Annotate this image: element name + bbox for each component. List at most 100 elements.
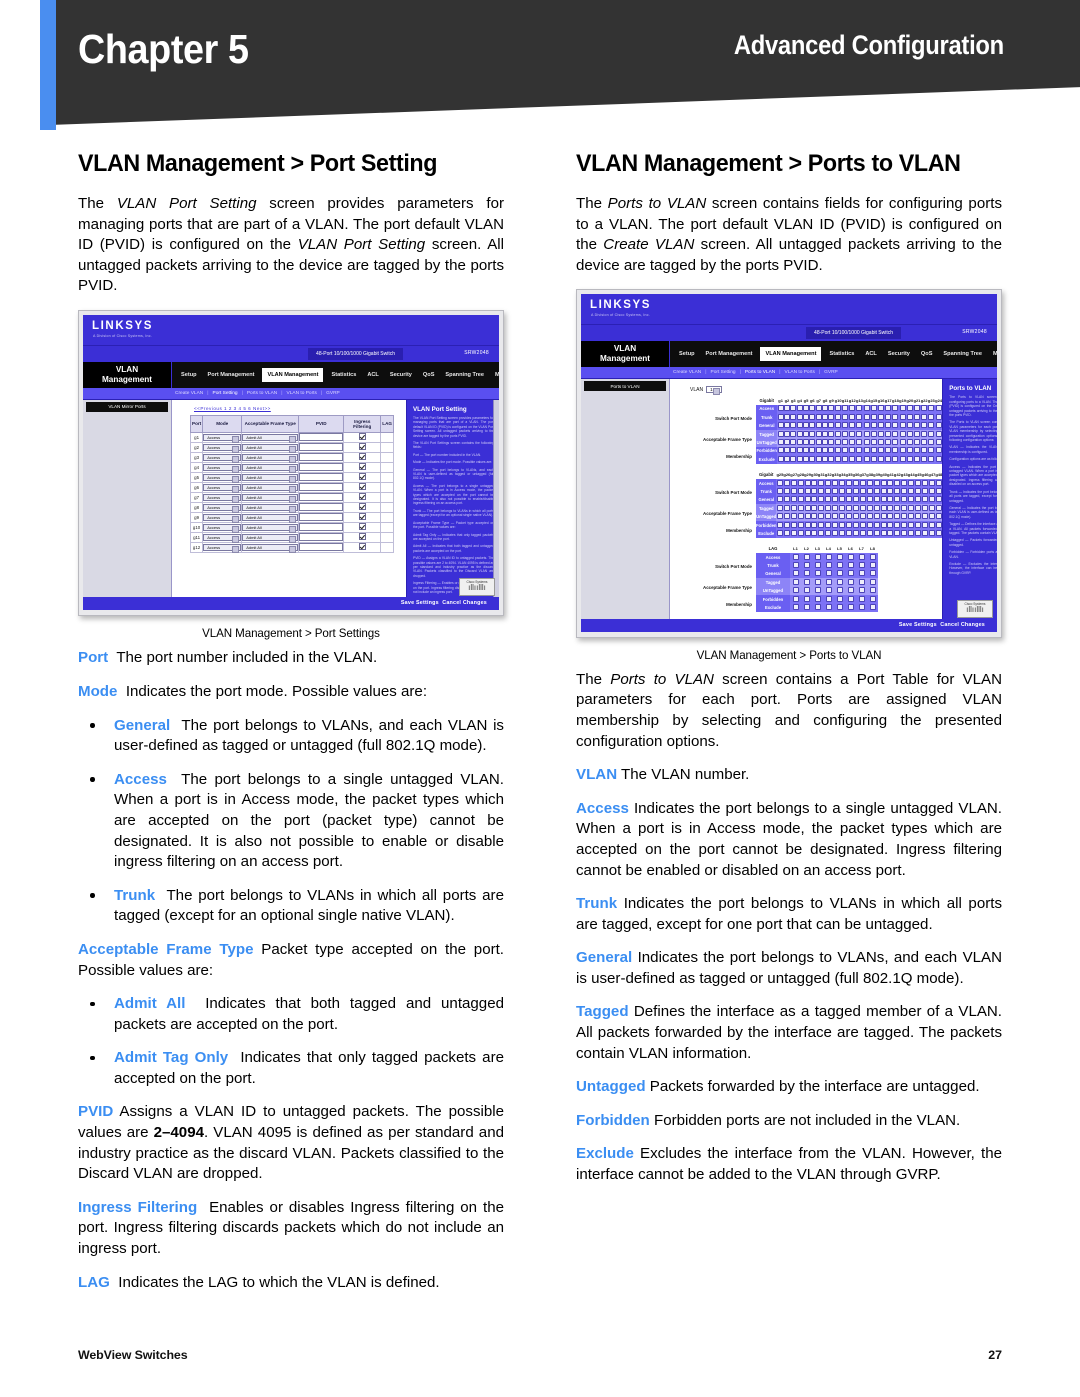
membership-radio[interactable] <box>790 405 797 412</box>
membership-radio[interactable] <box>846 496 852 503</box>
membership-radio[interactable] <box>892 430 899 437</box>
membership-radio[interactable] <box>846 479 852 486</box>
membership-radio[interactable] <box>790 504 797 511</box>
membership-radio[interactable] <box>822 439 828 446</box>
membership-radio[interactable] <box>852 479 859 486</box>
nav-tab-setup[interactable]: Setup <box>178 370 200 380</box>
membership-radio[interactable] <box>866 479 873 486</box>
membership-radio[interactable] <box>818 529 825 536</box>
membership-radio[interactable] <box>814 578 821 585</box>
pvid-input[interactable] <box>299 432 344 441</box>
membership-radio[interactable] <box>836 553 843 560</box>
membership-radio[interactable] <box>921 513 928 520</box>
membership-radio[interactable] <box>797 487 804 494</box>
frame-type-select[interactable]: Admit All <box>242 463 299 473</box>
vlan-selector-value[interactable]: 1 <box>706 386 722 396</box>
membership-radio[interactable] <box>928 521 935 528</box>
membership-radio[interactable] <box>790 487 797 494</box>
ingress-filtering-checkbox[interactable] <box>358 503 366 511</box>
membership-radio[interactable] <box>835 422 842 429</box>
membership-radio[interactable] <box>828 413 835 420</box>
membership-radio[interactable] <box>835 455 842 462</box>
membership-radio[interactable] <box>887 479 894 486</box>
membership-radio[interactable] <box>928 529 935 536</box>
membership-radio[interactable] <box>921 430 928 437</box>
membership-radio[interactable] <box>849 430 856 437</box>
mode-select[interactable]: Access <box>203 433 242 443</box>
membership-radio[interactable] <box>836 595 843 602</box>
ingress-filtering-checkbox[interactable] <box>358 543 366 551</box>
membership-radio[interactable] <box>921 487 928 494</box>
subnav-item-port-setting[interactable]: Port Setting <box>711 370 736 375</box>
frame-type-select[interactable]: Admit All <box>242 503 299 513</box>
membership-radio[interactable] <box>858 604 865 611</box>
membership-radio[interactable] <box>908 513 915 520</box>
membership-radio[interactable] <box>846 529 852 536</box>
membership-radio[interactable] <box>878 422 885 429</box>
membership-radio[interactable] <box>852 504 859 511</box>
membership-radio[interactable] <box>928 479 935 486</box>
membership-radio[interactable] <box>885 447 892 454</box>
membership-radio[interactable] <box>815 413 822 420</box>
membership-radio[interactable] <box>822 422 828 429</box>
membership-radio[interactable] <box>822 455 828 462</box>
membership-radio[interactable] <box>796 439 803 446</box>
membership-radio[interactable] <box>894 479 901 486</box>
membership-radio[interactable] <box>846 521 852 528</box>
membership-radio[interactable] <box>846 487 852 494</box>
membership-radio[interactable] <box>863 439 870 446</box>
membership-radio[interactable] <box>776 504 783 511</box>
membership-radio[interactable] <box>847 562 854 569</box>
membership-radio[interactable] <box>859 521 866 528</box>
membership-radio[interactable] <box>776 521 783 528</box>
membership-radio[interactable] <box>836 562 843 569</box>
membership-radio[interactable] <box>796 413 803 420</box>
nav-tab-acl[interactable]: ACL <box>862 349 880 359</box>
membership-radio[interactable] <box>803 587 810 594</box>
membership-radio[interactable] <box>928 447 935 454</box>
membership-radio[interactable] <box>906 447 913 454</box>
membership-radio[interactable] <box>885 430 892 437</box>
membership-radio[interactable] <box>818 513 825 520</box>
membership-radio[interactable] <box>880 521 887 528</box>
membership-radio[interactable] <box>863 422 870 429</box>
membership-radio[interactable] <box>815 430 822 437</box>
membership-radio[interactable] <box>928 504 935 511</box>
membership-radio[interactable] <box>802 455 809 462</box>
membership-radio[interactable] <box>901 504 908 511</box>
pvid-input[interactable] <box>299 492 344 501</box>
membership-radio[interactable] <box>894 496 901 503</box>
membership-radio[interactable] <box>803 570 810 577</box>
frame-type-select[interactable]: Admit All <box>242 473 299 483</box>
membership-radio[interactable] <box>935 479 942 486</box>
membership-radio[interactable] <box>894 504 901 511</box>
membership-radio[interactable] <box>839 487 846 494</box>
membership-radio[interactable] <box>885 439 892 446</box>
membership-radio[interactable] <box>818 487 825 494</box>
membership-radio[interactable] <box>866 496 873 503</box>
footer-buttons[interactable]: Save Settings Cancel Changes <box>401 600 487 606</box>
membership-radio[interactable] <box>863 405 870 412</box>
subnav-item-create-vlan[interactable]: Create VLAN <box>175 391 203 396</box>
membership-radio[interactable] <box>822 447 828 454</box>
membership-radio[interactable] <box>796 447 803 454</box>
nav-tab-qos[interactable]: QoS <box>420 370 438 380</box>
nav-tab-acl[interactable]: ACL <box>364 370 382 380</box>
membership-radio[interactable] <box>825 570 832 577</box>
membership-radio[interactable] <box>880 496 887 503</box>
mode-select[interactable]: Access <box>203 483 242 493</box>
membership-radio[interactable] <box>863 430 870 437</box>
membership-radio[interactable] <box>796 405 803 412</box>
membership-radio[interactable] <box>835 439 842 446</box>
membership-radio[interactable] <box>913 413 920 420</box>
membership-radio[interactable] <box>802 413 809 420</box>
mode-select[interactable]: Access <box>203 473 242 483</box>
mode-select[interactable]: Access <box>203 463 242 473</box>
nav-tab-spanning-tree[interactable]: Spanning Tree <box>940 349 985 359</box>
ingress-filtering-checkbox[interactable] <box>358 523 366 531</box>
frame-type-select[interactable]: Admit All <box>242 433 299 443</box>
membership-radio[interactable] <box>804 521 811 528</box>
membership-radio[interactable] <box>852 521 859 528</box>
membership-radio[interactable] <box>811 487 818 494</box>
membership-radio[interactable] <box>832 504 839 511</box>
